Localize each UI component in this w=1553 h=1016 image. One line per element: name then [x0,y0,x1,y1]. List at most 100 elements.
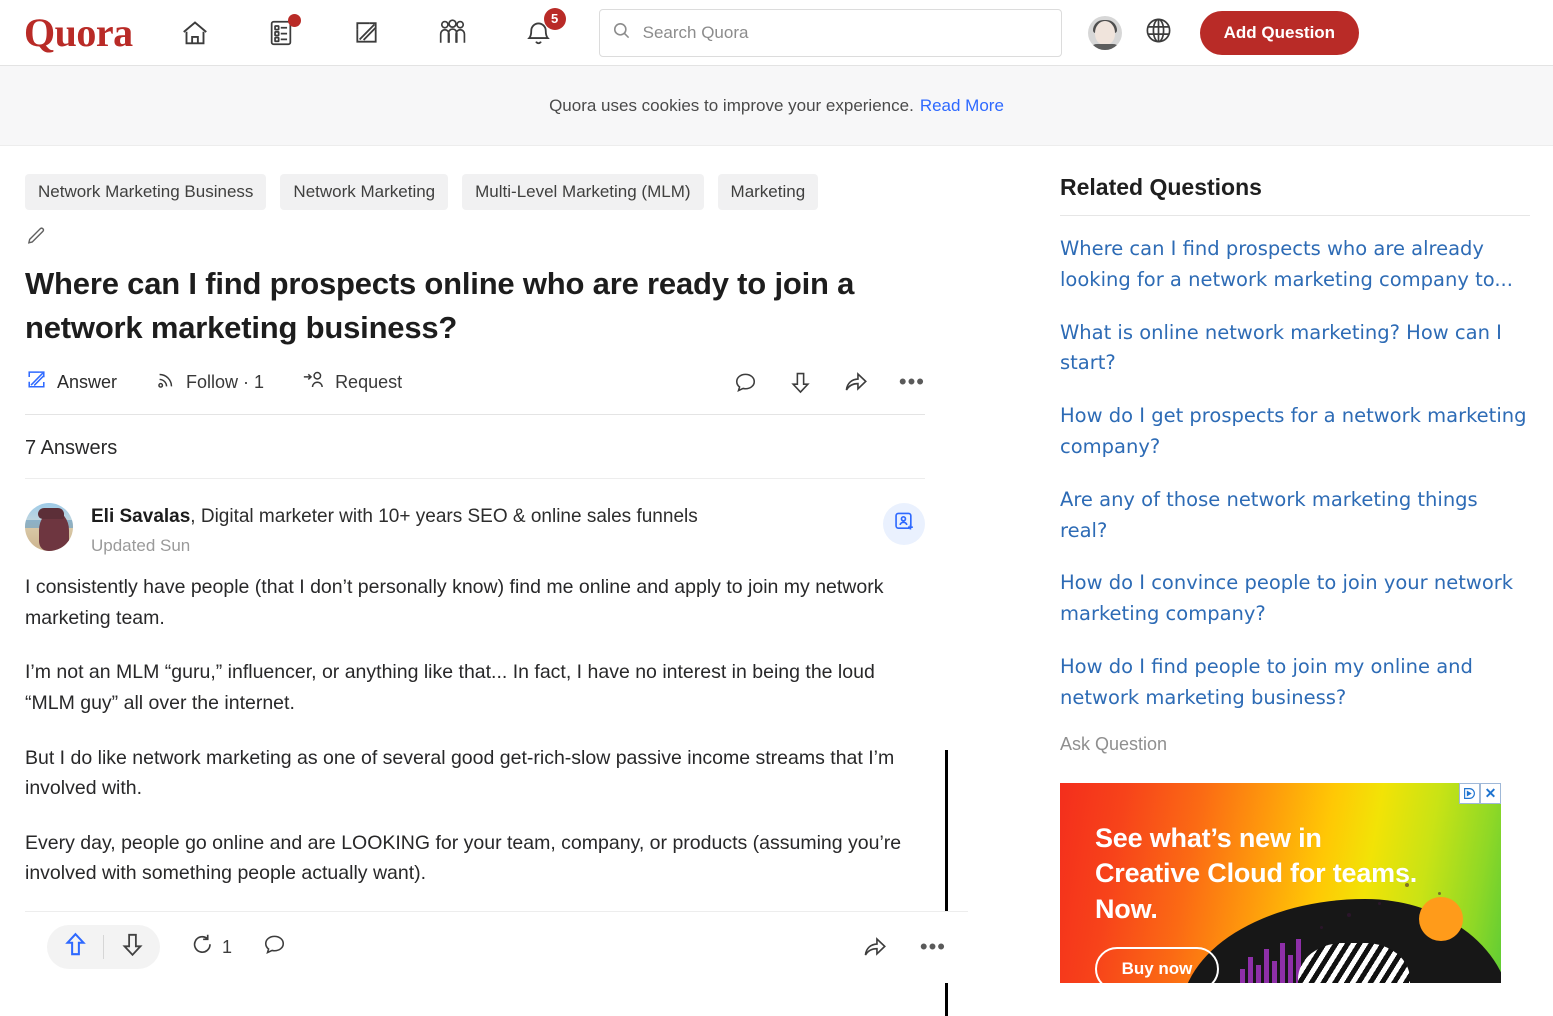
write-pencil-icon [352,18,381,47]
nav-answer[interactable] [263,13,301,51]
author-credential: , Digital marketer with 10+ years SEO & … [190,505,698,527]
footer-right-actions: ••• [862,934,946,960]
topic-tag[interactable]: Multi-Level Marketing (MLM) [462,174,704,210]
add-person-card-icon [893,510,916,538]
related-question-link[interactable]: How do I convince people to join your ne… [1060,568,1530,630]
close-icon[interactable]: ✕ [1480,782,1501,804]
author-name[interactable]: Eli Savalas [91,506,190,527]
answer-timestamp: Updated Sun [91,536,191,556]
ad-headline-line2: Creative Cloud for teams. [1095,858,1418,889]
request-person-icon [302,368,326,397]
ad-art-sun [1419,896,1463,941]
nav-write[interactable] [349,15,385,51]
ad-headline-line3: Now. [1095,893,1158,924]
related-question-link[interactable]: How do I get prospects for a network mar… [1060,401,1530,463]
reshare-count: 1 [222,936,233,957]
answers-divider [25,477,925,479]
share-icon[interactable] [862,934,888,960]
ask-question-link[interactable]: Ask Question [1060,734,1530,755]
author-info: Eli Savalas, Digital marketer with 10+ y… [91,503,698,557]
language-button[interactable] [1142,16,1176,50]
answer-paragraph: But I do like network marketing as one o… [25,746,895,800]
more-icon[interactable]: ••• [920,936,946,958]
answer-paragraph: I’m not an MLM “guru,” influencer, or an… [25,661,875,714]
search-box[interactable] [598,8,1062,57]
related-questions-title: Related Questions [1060,174,1262,200]
related-question-link[interactable]: Where can I find prospects who are alrea… [1060,234,1530,296]
comment-button[interactable] [262,932,287,962]
add-question-button[interactable]: Add Question [1199,10,1360,55]
downvote-icon [119,931,146,963]
avatar-face [1094,21,1115,46]
search-icon [612,21,631,45]
edit-pencil-icon[interactable] [25,225,47,252]
downvote-button[interactable] [104,925,160,969]
search-container [598,8,1062,57]
downvote-icon[interactable] [788,370,813,395]
profile-avatar[interactable] [1087,15,1122,50]
follow-author-button[interactable] [883,502,925,545]
ad-controls: ✕ [1459,782,1501,804]
adchoices-icon[interactable] [1459,782,1480,804]
more-icon[interactable]: ••• [899,371,925,393]
upvote-button[interactable] [47,925,103,969]
page-body: Network Marketing Business Network Marke… [0,146,1553,1016]
follow-rss-icon [155,369,177,396]
advertisement-banner[interactable]: See what’s new in Creative Cloud for tea… [1060,782,1501,983]
globe-icon [1144,16,1173,50]
sidebar-divider [1060,215,1530,216]
answer-paragraph: I consistently have people (that I don’t… [25,576,884,629]
nav-icon-group: 5 [177,7,566,51]
main-content: Network Marketing Business Network Marke… [25,146,968,1016]
request-button-label: Request [335,371,403,392]
question-right-actions: ••• [733,369,925,395]
ad-headline-line1: See what’s new in [1095,822,1322,853]
reshare-button[interactable]: 1 [190,932,232,962]
request-button[interactable]: Request [302,368,402,397]
home-icon [180,18,210,48]
ad-art-speck [1438,891,1441,895]
search-input[interactable] [640,21,1049,44]
related-question-link[interactable]: How do I find people to join my online a… [1060,652,1530,714]
topic-tag[interactable]: Network Marketing [280,174,449,210]
avatar-shoulder [1088,43,1121,50]
answer-button[interactable]: Answer [25,368,117,396]
answer-button-label: Answer [57,371,118,392]
nav-spaces[interactable] [435,15,471,51]
author-avatar[interactable] [25,502,73,551]
related-question-link[interactable]: What is online network marketing? How ca… [1060,318,1530,380]
top-navbar: Quora 5 Search Quora Add Question [0,0,1553,66]
upvote-icon [62,931,89,963]
vote-group [47,925,160,970]
related-question-link[interactable]: Are any of those network marketing thing… [1060,485,1530,547]
spaces-group-icon [437,17,468,48]
edit-topics-row [25,226,950,252]
comment-icon [262,932,287,962]
answer-text: I consistently have people (that I don’t… [25,572,930,889]
quora-logo[interactable]: Quora [24,12,133,53]
answer-footer-bar: 1 ••• [25,910,968,983]
avatar-cap [38,508,65,520]
answer-paragraph: Every day, people go online and are LOOK… [25,831,902,885]
follow-button-label: Follow · 1 [186,371,265,392]
comment-icon[interactable] [733,370,758,395]
follow-button[interactable]: Follow · 1 [155,369,264,396]
nav-notifications[interactable]: 5 [521,7,566,51]
related-questions-list: Where can I find prospects who are alrea… [1060,234,1530,755]
answers-count-label: 7 Answers [25,436,118,459]
answer-pencil-icon [25,368,48,396]
ad-headline: See what’s new in Creative Cloud for tea… [1095,821,1417,928]
answer-header: Eli Savalas, Digital marketer with 10+ y… [25,502,925,557]
ad-cta-button[interactable]: Buy now [1095,946,1219,983]
topic-tag[interactable]: Marketing [717,174,819,210]
cookie-read-more-link[interactable]: Read More [920,96,1004,116]
topic-tag[interactable]: Network Marketing Business [25,174,267,210]
answer-notification-dot [287,13,301,27]
reshare-icon [190,932,215,962]
sidebar: Related Questions Where can I find prosp… [1060,146,1530,983]
cookie-banner-text: Quora uses cookies to improve your exper… [549,95,914,115]
topic-tags: Network Marketing Business Network Marke… [25,174,950,210]
notification-count-badge: 5 [543,7,566,30]
nav-home[interactable] [177,15,213,51]
share-icon[interactable] [843,369,869,395]
